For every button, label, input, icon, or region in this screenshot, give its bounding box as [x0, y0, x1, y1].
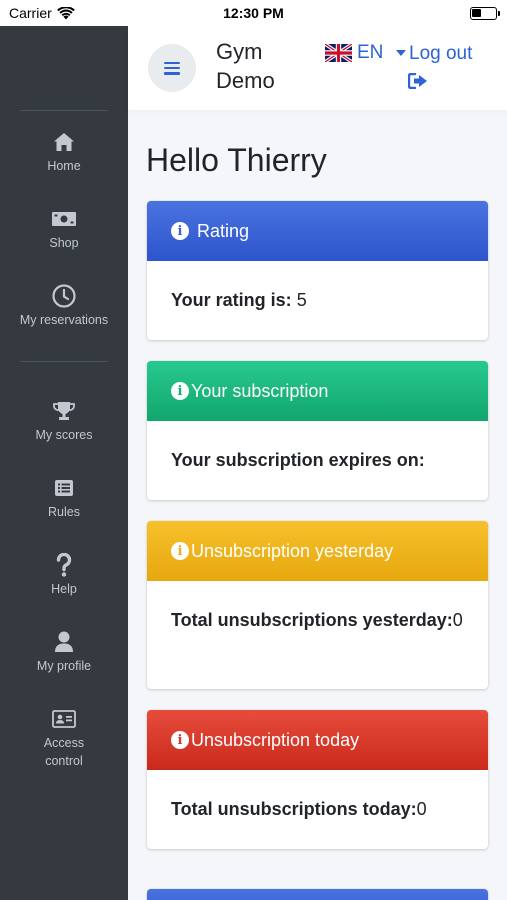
rating-label: Your rating is: [171, 290, 292, 310]
sidebar-divider [20, 110, 108, 111]
language-selector[interactable]: EN [325, 42, 407, 64]
status-bar: Carrier 12:30 PM [0, 0, 507, 26]
card-header: i Rating [147, 201, 488, 261]
card-header: i Your subscription [147, 361, 488, 421]
next-card-header [147, 889, 488, 900]
caret-down-icon [396, 50, 407, 56]
list-alt-icon [54, 475, 74, 501]
unsubscriptions-today-value: 0 [416, 799, 427, 819]
sidebar-item-label: Shop [49, 236, 79, 250]
sidebar-item-label: My scores [35, 428, 93, 442]
info-circle-icon: i [171, 382, 189, 400]
sidebar-item-label: My profile [36, 659, 92, 673]
card-header: i Unsubscription yesterday [147, 521, 488, 581]
sidebar-item-label: Access control [43, 736, 85, 768]
user-icon [54, 629, 74, 655]
rating-value: 5 [296, 290, 307, 310]
clock-icon [52, 283, 76, 309]
brand-title: Gym Demo [216, 39, 275, 93]
trophy-icon [52, 398, 76, 424]
status-time: 12:30 PM [223, 5, 284, 21]
sidebar-item-my-scores[interactable]: My scores [0, 398, 128, 444]
subscription-label: Your subscription expires on: [171, 450, 425, 470]
card-body: Total unsubscriptions today:0 [147, 770, 488, 824]
card-header: i Unsubscription today [147, 710, 488, 770]
battery-icon [470, 7, 500, 20]
sidebar-item-label: Help [51, 582, 77, 596]
home-icon [53, 129, 75, 155]
card-title: Rating [197, 220, 250, 241]
sign-out-icon[interactable] [408, 73, 428, 89]
sidebar-item-my-reservations[interactable]: My reservations [0, 283, 128, 329]
unsubscriptions-yesterday-label: Total unsubscriptions yesterday: [171, 610, 453, 630]
uk-flag-icon [325, 44, 352, 62]
id-card-icon [52, 706, 76, 732]
sidebar-item-rules[interactable]: Rules [0, 475, 128, 521]
sidebar-item-label: Home [47, 159, 81, 173]
rating-card: i Rating Your rating is: 5 [147, 201, 488, 340]
question-icon [56, 552, 72, 578]
sidebar-item-shop[interactable]: Shop [0, 206, 128, 252]
card-body: Your subscription expires on: [147, 421, 488, 475]
unsubscription-yesterday-card: i Unsubscription yesterday Total unsubsc… [147, 521, 488, 689]
sidebar: Home Shop My reservations My scores Rule… [0, 26, 128, 900]
subscription-card: i Your subscription Your subscription ex… [147, 361, 488, 500]
info-circle-icon: i [171, 731, 189, 749]
hamburger-icon [164, 61, 180, 75]
card-title: Unsubscription today [191, 729, 360, 750]
card-body: Total unsubscriptions yesterday:0 [147, 581, 488, 635]
language-label: EN [357, 42, 384, 63]
sidebar-item-label: My reservations [19, 313, 109, 327]
menu-toggle-button[interactable] [148, 44, 196, 92]
unsubscriptions-yesterday-value: 0 [452, 610, 463, 630]
sidebar-item-home[interactable]: Home [0, 129, 128, 175]
money-bill-icon [51, 206, 77, 232]
info-circle-icon: i [171, 542, 189, 560]
unsubscriptions-today-label: Total unsubscriptions today: [171, 799, 417, 819]
unsubscription-today-card: i Unsubscription today Total unsubscript… [147, 710, 488, 849]
sidebar-item-help[interactable]: Help [0, 552, 128, 598]
card-title: Your subscription [191, 380, 329, 401]
card-body: Your rating is: 5 [147, 261, 488, 315]
top-navbar: Gym Demo EN Log out [128, 26, 507, 110]
info-circle-icon: i [171, 222, 189, 240]
sidebar-item-my-profile[interactable]: My profile [0, 629, 128, 675]
sidebar-divider [20, 361, 108, 362]
page-title: Hello Thierry [146, 142, 327, 178]
logout-link[interactable]: Log out [409, 42, 472, 66]
sidebar-item-access-control[interactable]: Access control [0, 706, 128, 770]
card-title: Unsubscription yesterday [191, 540, 394, 561]
sidebar-item-label: Rules [48, 505, 80, 519]
